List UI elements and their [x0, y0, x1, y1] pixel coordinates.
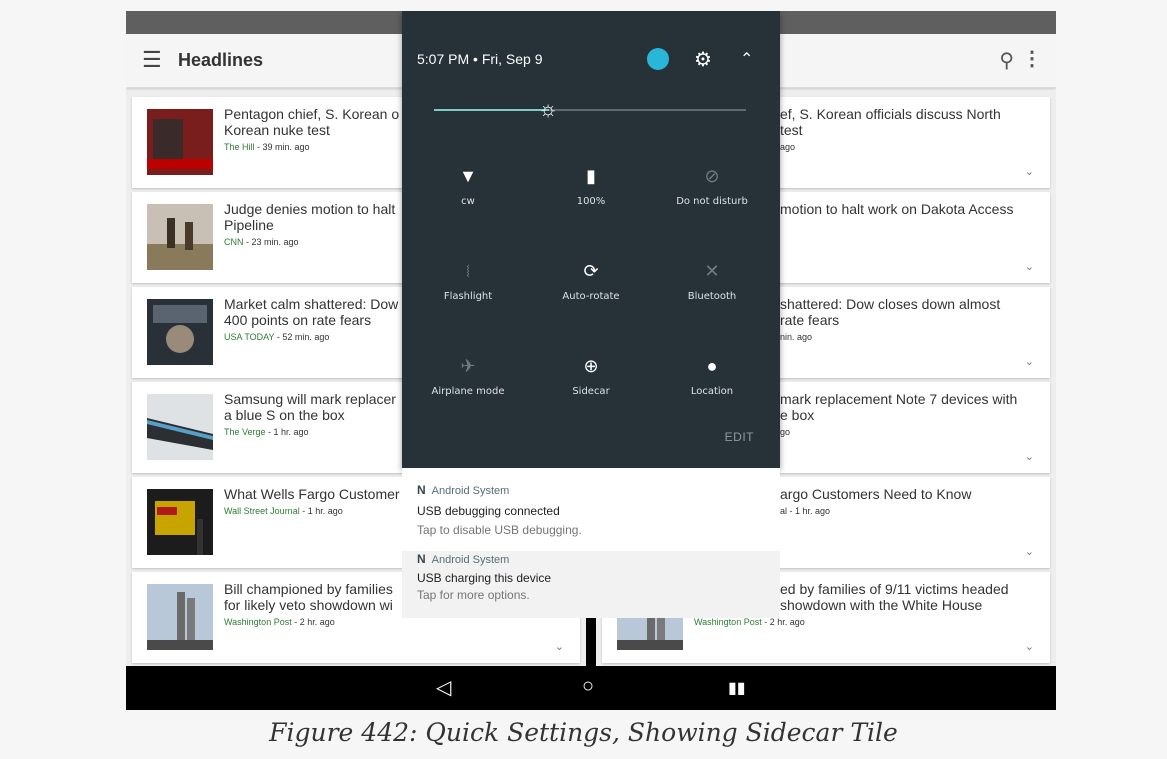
edit-button[interactable]: EDIT [725, 430, 754, 444]
flashlight-icon: ⧙ [466, 261, 470, 281]
quick-settings-panel: 5:07 PM • Fri, Sep 9 ⚙ ⌃ ☼ ▼ cw ▮ 100% ⊘… [402, 11, 780, 468]
account-icon[interactable] [647, 48, 669, 70]
chevron-down-icon[interactable]: ⌄ [1025, 450, 1034, 463]
search-icon[interactable]: ⚲ [999, 48, 1014, 73]
auto-rotate-icon: ⟳ [583, 261, 599, 281]
news-meta: go [780, 427, 791, 437]
location-icon: ● [706, 356, 718, 376]
chevron-down-icon[interactable]: ⌄ [1025, 355, 1034, 368]
battery-icon: ▮ [586, 166, 596, 186]
chevron-down-icon[interactable]: ⌄ [1025, 260, 1034, 273]
tile-wifi[interactable]: ▼ cw [408, 164, 528, 207]
wifi-icon: ▼ [459, 166, 477, 186]
do-not-disturb-icon: ⊘ [704, 166, 720, 186]
notification-usb-charging[interactable]: N Android System USB charging this device… [402, 551, 780, 618]
notification-text: Tap for more options. [417, 588, 530, 602]
back-icon[interactable]: ◁ [436, 675, 451, 700]
tile-airplane-mode[interactable]: ✈ Airplane mode [408, 354, 528, 397]
tile-battery[interactable]: ▮ 100% [531, 164, 651, 207]
figure-caption: Figure 442: Quick Settings, Showing Side… [269, 718, 898, 747]
news-meta: The Hill - 39 min. ago [224, 142, 310, 152]
news-meta: The Verge - 1 hr. ago [224, 427, 309, 437]
gear-icon[interactable]: ⚙ [694, 47, 712, 72]
news-meta: Washington Post - 2 hr. ago [224, 617, 335, 627]
tablet-screen: ☰ Headlines ⚲ ⋮ Pentagon chief, S. Korea… [126, 11, 1056, 710]
news-meta: nin. ago [780, 332, 813, 342]
tile-flashlight[interactable]: ⧙ Flashlight [408, 259, 528, 302]
headline: ed by families of 9/11 victims headed sho… [780, 581, 1009, 613]
tile-sidecar[interactable]: ⊕ Sidecar [531, 354, 651, 397]
headline: argo Customers Need to Know [780, 486, 972, 502]
news-meta: Wall Street Journal - 1 hr. ago [224, 506, 343, 516]
notification-text: Tap to disable USB debugging. [417, 523, 582, 537]
notification-usb-debugging[interactable]: N Android System USB debugging connected … [402, 468, 780, 553]
news-thumbnail [147, 299, 213, 365]
tile-location[interactable]: ● Location [652, 354, 772, 397]
clock-date: 5:07 PM • Fri, Sep 9 [417, 51, 543, 67]
notification-app: N Android System [417, 483, 510, 497]
more-vert-icon[interactable]: ⋮ [1022, 46, 1042, 71]
recents-icon[interactable]: ▮▮ [728, 678, 746, 698]
chevron-down-icon[interactable]: ⌄ [1025, 545, 1034, 558]
headline: shattered: Dow closes down almost rate fe… [780, 296, 1001, 328]
news-thumbnail [147, 394, 213, 460]
airplane-icon: ✈ [460, 356, 476, 376]
headline: mark replacement Note 7 devices with e bo… [780, 391, 1018, 423]
notification-title: USB charging this device [417, 571, 552, 585]
news-thumbnail [147, 109, 213, 175]
app-title: Headlines [178, 50, 264, 70]
chevron-up-icon[interactable]: ⌃ [740, 49, 753, 69]
android-n-icon: N [417, 483, 426, 497]
android-n-icon: N [417, 552, 426, 566]
news-meta: al - 1 hr. ago [780, 506, 831, 516]
news-meta: ago [780, 142, 796, 152]
notification-app: N Android System [417, 552, 510, 566]
navigation-bar: ◁ ○ ▮▮ [126, 666, 1056, 710]
news-meta: CNN - 23 min. ago [224, 237, 299, 247]
chevron-down-icon[interactable]: ⌄ [1025, 165, 1034, 178]
menu-icon[interactable]: ☰ [142, 47, 162, 73]
tile-auto-rotate[interactable]: ⟳ Auto-rotate [531, 259, 651, 302]
tile-bluetooth[interactable]: ✕ Bluetooth [652, 259, 772, 302]
news-meta: Washington Post - 2 hr. ago [694, 617, 805, 627]
chevron-down-icon[interactable]: ⌄ [1025, 640, 1034, 653]
brightness-thumb-icon[interactable]: ☼ [538, 97, 558, 121]
chevron-down-icon[interactable]: ⌄ [555, 640, 564, 653]
bluetooth-icon: ✕ [704, 261, 720, 281]
tile-do-not-disturb[interactable]: ⊘ Do not disturb [652, 164, 772, 207]
brightness-slider-fill [434, 109, 549, 111]
news-meta: USA TODAY - 52 min. ago [224, 332, 330, 342]
news-thumbnail [147, 489, 213, 555]
news-thumbnail [147, 204, 213, 270]
notification-title: USB debugging connected [417, 504, 560, 518]
sidecar-plus-icon: ⊕ [583, 356, 599, 376]
headline: motion to halt work on Dakota Access [780, 201, 1014, 217]
home-icon[interactable]: ○ [582, 675, 594, 698]
news-thumbnail [147, 584, 213, 650]
headline: ef, S. Korean officials discuss North tes… [780, 106, 1001, 138]
